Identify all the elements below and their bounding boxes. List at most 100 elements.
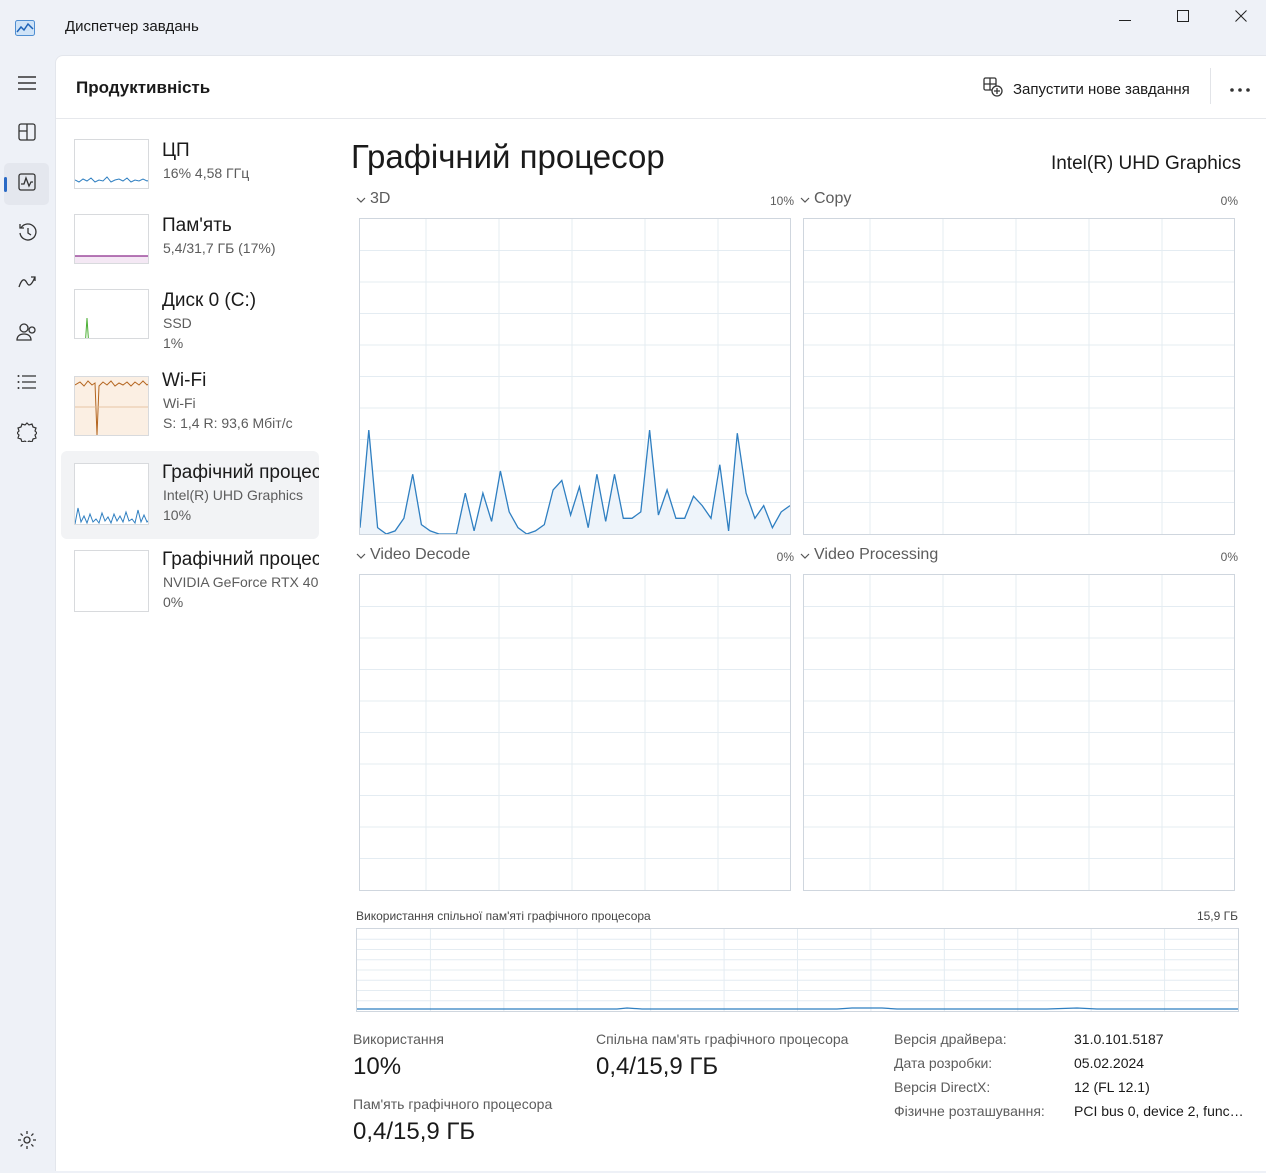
services-icon — [15, 421, 38, 447]
gpu-memory-value: 0,4/15,9 ГБ — [353, 1118, 476, 1145]
nav-users[interactable] — [4, 313, 49, 355]
hamburger-menu-button[interactable] — [4, 64, 49, 106]
device-stat: 10% — [163, 507, 192, 523]
engine-3d-graph — [359, 218, 791, 535]
run-new-task-label: Запустити нове завдання — [1013, 80, 1190, 98]
nav-app-history[interactable] — [4, 213, 49, 255]
engine-percent: 0% — [1220, 550, 1238, 564]
usage-label: Використання — [353, 1031, 444, 1047]
device-stat: Wi-Fi — [163, 395, 196, 411]
shared-memory-graph — [356, 928, 1239, 1012]
settings-icon — [17, 1130, 37, 1155]
device-memory[interactable]: Пам'ять 5,4/31,7 ГБ (17%) — [61, 206, 319, 292]
device-stat: SSD — [163, 315, 192, 331]
title-bar: Диспетчер завдань — [0, 0, 1266, 55]
physical-location-label: Фізичне розташування: — [894, 1103, 1045, 1119]
wifi-thumbnail-graph — [74, 376, 149, 436]
shared-memory-label: Спільна пам'ять графічного процесора — [596, 1031, 849, 1047]
driver-date-label: Дата розробки: — [894, 1055, 993, 1071]
performance-panel: Продуктивність Запустити нове завдання Ц… — [55, 55, 1266, 1171]
driver-date-value: 05.02.2024 — [1074, 1055, 1145, 1071]
app-history-icon — [17, 222, 37, 247]
device-wifi[interactable]: Wi-Fi Wi-Fi S: 1,4 R: 93,6 Мбіт/с — [61, 368, 319, 454]
engine-3d-selector[interactable]: 3D — [356, 190, 390, 208]
panel-header: Продуктивність Запустити нове завдання — [56, 56, 1266, 119]
device-name: Wi-Fi — [162, 370, 207, 391]
device-cpu[interactable]: ЦП 16% 4,58 ГГц — [61, 131, 319, 217]
minimize-icon — [1119, 9, 1131, 27]
device-name: Пам'ять — [162, 215, 232, 236]
run-new-task-button[interactable]: Запустити нове завдання — [983, 74, 1190, 104]
graph-svg — [804, 219, 1234, 534]
nav-details[interactable] — [4, 363, 49, 405]
gpu-title: Графічний процесор — [351, 138, 665, 175]
new-task-icon — [983, 77, 1003, 101]
navigation-rail — [0, 55, 55, 1173]
engine-video-decode-selector[interactable]: Video Decode — [356, 546, 470, 564]
device-stat: NVIDIA GeForce RTX 4060 — [163, 574, 319, 590]
engine-percent: 0% — [776, 550, 794, 564]
series-area — [360, 430, 790, 534]
device-name: Графічний процесор 1 — [162, 549, 319, 570]
maximize-button[interactable] — [1154, 0, 1212, 36]
device-stat: 16% 4,58 ГГц — [163, 165, 250, 181]
memory-thumbnail-graph — [74, 214, 149, 264]
engine-percent: 0% — [1220, 194, 1238, 208]
nav-processes[interactable] — [4, 113, 49, 155]
engine-percent: 10% — [769, 194, 794, 208]
gpu-model: Intel(R) UHD Graphics — [1050, 153, 1241, 174]
graph-svg — [360, 575, 790, 890]
device-gpu-1[interactable]: Графічний процесор 1 NVIDIA GeForce RTX … — [61, 538, 319, 624]
disk-thumbnail-graph — [74, 289, 149, 339]
device-stat: S: 1,4 R: 93,6 Мбіт/с — [163, 415, 293, 431]
graph-svg — [804, 575, 1234, 890]
directx-version-value: 12 (FL 12.1) — [1074, 1079, 1150, 1095]
close-icon — [1235, 9, 1247, 27]
nav-settings[interactable] — [4, 1121, 49, 1163]
more-options-button[interactable] — [1226, 76, 1254, 100]
nav-performance[interactable] — [4, 163, 49, 205]
engine-video-decode-graph — [359, 574, 791, 891]
graph-svg — [360, 219, 790, 534]
shared-memory-svg — [357, 929, 1238, 1011]
shared-memory-max: 15,9 ГБ — [1196, 909, 1238, 923]
chevron-down-icon — [356, 190, 366, 208]
engine-video-processing-graph — [803, 574, 1235, 891]
device-stat: 1% — [163, 335, 184, 351]
nav-startup-apps[interactable] — [4, 263, 49, 305]
driver-version-label: Версія драйвера: — [894, 1031, 1007, 1047]
engine-label: Video Decode — [370, 546, 471, 563]
engine-label: 3D — [370, 190, 391, 207]
performance-icon — [17, 172, 36, 196]
device-name: Диск 0 (C:) — [162, 290, 257, 311]
engine-label: Video Processing — [814, 546, 939, 563]
device-stat: Intel(R) UHD Graphics — [163, 487, 304, 503]
device-disk[interactable]: Диск 0 (C:) SSD 1% — [61, 281, 319, 367]
details-icon — [17, 374, 37, 394]
nav-services[interactable] — [4, 413, 49, 455]
chevron-down-icon — [800, 190, 810, 208]
directx-version-label: Версія DirectX: — [894, 1079, 991, 1095]
chevron-down-icon — [356, 546, 366, 564]
device-gpu-0[interactable]: Графічний процесор 0 Intel(R) UHD Graphi… — [61, 451, 319, 539]
driver-version-value: 31.0.101.5187 — [1074, 1031, 1164, 1047]
processes-icon — [17, 122, 36, 146]
header-divider — [1210, 68, 1211, 104]
hamburger-menu-icon — [17, 75, 37, 95]
engine-copy-selector[interactable]: Copy — [800, 190, 851, 208]
task-manager-icon — [15, 20, 35, 36]
cpu-thumbnail-graph — [74, 139, 149, 189]
gpu1-thumbnail-graph — [74, 550, 149, 612]
gpu0-thumbnail-graph — [74, 463, 149, 525]
close-button[interactable] — [1212, 0, 1266, 36]
startup-apps-icon — [17, 273, 37, 296]
maximize-icon — [1177, 9, 1189, 27]
window-title: Диспетчер завдань — [65, 18, 199, 35]
device-name: Графічний процесор 0 — [162, 462, 319, 483]
more-options-icon — [1230, 79, 1250, 97]
minimize-button[interactable] — [1096, 0, 1154, 36]
engine-video-processing-selector[interactable]: Video Processing — [800, 546, 938, 564]
device-name: ЦП — [162, 140, 190, 161]
physical-location-value: PCI bus 0, device 2, function 0 — [1074, 1103, 1244, 1119]
device-stat: 5,4/31,7 ГБ (17%) — [163, 240, 276, 256]
